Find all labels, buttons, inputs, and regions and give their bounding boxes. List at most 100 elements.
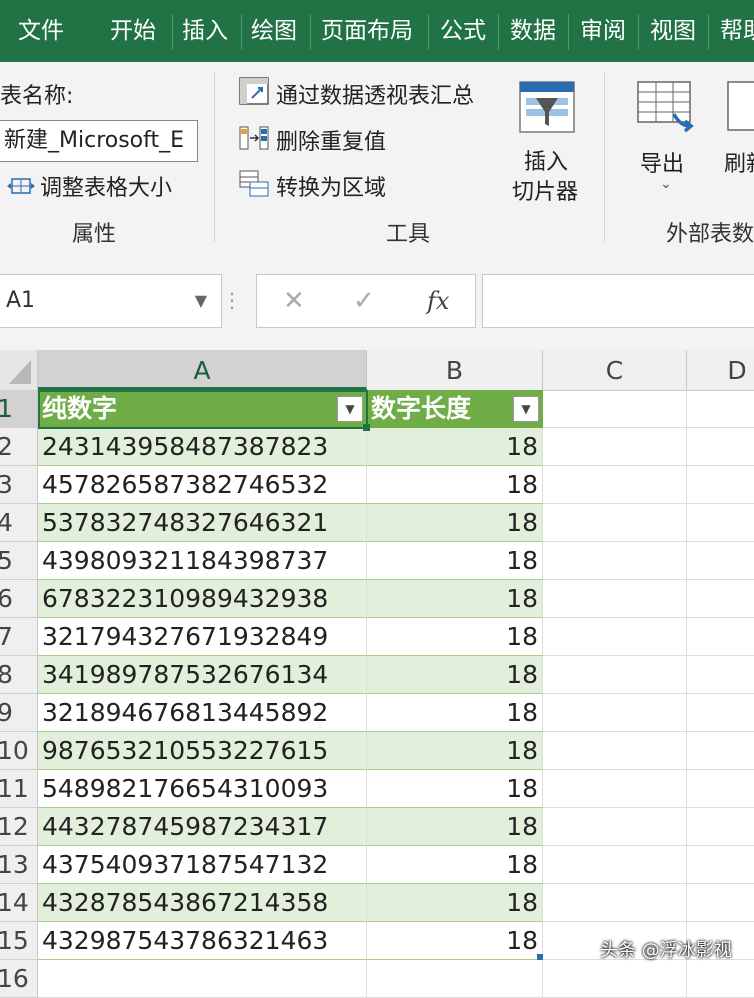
empty-cell[interactable] [543,808,687,846]
tab-file[interactable]: 文件 [18,0,64,62]
table-cell-length[interactable]: 18 [367,808,543,846]
table-cell-length[interactable]: 18 [367,580,543,618]
empty-cell[interactable] [687,770,754,808]
empty-cell[interactable] [543,846,687,884]
empty-cell[interactable] [687,656,754,694]
row-header[interactable]: 2 [0,428,38,466]
empty-cell[interactable] [687,694,754,732]
table-header-cell[interactable]: 纯数字 [38,390,367,428]
table-cell-length[interactable]: 18 [367,618,543,656]
table-cell-length[interactable]: 18 [367,694,543,732]
export-button[interactable]: 导出 [640,146,684,178]
row-header[interactable]: 11 [0,770,38,808]
tab-help[interactable]: 帮助 [720,0,754,62]
row-header[interactable]: 15 [0,922,38,960]
row-header[interactable]: 9 [0,694,38,732]
empty-cell[interactable] [543,390,687,428]
row-header[interactable]: 16 [0,960,38,998]
empty-cell[interactable] [543,732,687,770]
tab-data[interactable]: 数据 [510,0,556,62]
select-all-corner[interactable] [0,350,38,390]
row-header[interactable]: 5 [0,542,38,580]
row-header[interactable]: 3 [0,466,38,504]
table-cell-number[interactable]: 457826587382746532 [38,466,367,504]
empty-cell[interactable] [543,694,687,732]
table-cell-length[interactable]: 18 [367,504,543,542]
tab-review[interactable]: 审阅 [580,0,626,62]
empty-cell[interactable] [687,618,754,656]
empty-cell[interactable] [543,656,687,694]
name-box[interactable]: A1 ▼ [0,274,222,328]
empty-cell[interactable] [687,390,754,428]
table-cell-length[interactable]: 18 [367,732,543,770]
table-name-input[interactable]: 新建_Microsoft_E [0,120,198,162]
row-header[interactable]: 7 [0,618,38,656]
table-cell-number[interactable]: 432987543786321463 [38,922,367,960]
tab-view[interactable]: 视图 [650,0,696,62]
tab-formulas[interactable]: 公式 [440,0,486,62]
filter-dropdown-icon-a[interactable]: ▼ [337,396,363,422]
name-box-dropdown-icon[interactable]: ▼ [195,291,207,310]
convert-to-range-button[interactable]: 转换为区域 [276,170,386,202]
formula-bar-grip-icon[interactable]: ⋮ [222,288,242,312]
filter-dropdown-icon-b[interactable]: ▼ [513,396,539,422]
table-cell-length[interactable]: 18 [367,466,543,504]
row-header[interactable]: 1 [0,390,38,428]
empty-cell[interactable] [687,428,754,466]
column-header-d[interactable]: D [687,350,754,390]
tab-insert[interactable]: 插入 [182,0,228,62]
table-cell-length[interactable]: 18 [367,656,543,694]
export-dropdown-chevron-icon[interactable]: ⌄ [660,176,672,192]
empty-cell[interactable] [687,846,754,884]
empty-cell[interactable] [687,504,754,542]
row-header[interactable]: 4 [0,504,38,542]
summarize-pivot-button[interactable]: 通过数据透视表汇总 [276,78,474,110]
tab-page-layout[interactable]: 页面布局 [321,0,413,62]
table-cell-number[interactable]: 678322310989432938 [38,580,367,618]
cancel-icon[interactable]: ✕ [283,275,305,327]
table-cell-number[interactable]: 537832748327646321 [38,504,367,542]
row-header[interactable]: 6 [0,580,38,618]
empty-cell[interactable] [687,808,754,846]
formula-input[interactable] [482,274,754,328]
table-cell-length[interactable]: 18 [367,428,543,466]
row-header[interactable]: 13 [0,846,38,884]
empty-cell[interactable] [687,542,754,580]
table-cell-length[interactable]: 18 [367,542,543,580]
insert-slicer-line1[interactable]: 插入 [524,144,568,176]
table-cell-number[interactable]: 548982176654310093 [38,770,367,808]
table-cell-length[interactable]: 18 [367,770,543,808]
table-cell-number[interactable]: 437540937187547132 [38,846,367,884]
table-resize-handle[interactable] [537,954,543,960]
empty-cell[interactable] [687,466,754,504]
insert-function-icon[interactable]: fx [427,275,449,327]
empty-cell[interactable] [543,770,687,808]
tab-home[interactable]: 开始 [110,0,156,62]
table-cell-number[interactable]: 243143958487387823 [38,428,367,466]
empty-cell[interactable] [367,960,543,998]
column-header-a[interactable]: A [38,350,367,390]
table-cell-number[interactable]: 439809321184398737 [38,542,367,580]
empty-cell[interactable] [543,960,687,998]
column-header-b[interactable]: B [367,350,543,390]
table-cell-number[interactable]: 321894676813445892 [38,694,367,732]
table-cell-number[interactable]: 443278745987234317 [38,808,367,846]
empty-cell[interactable] [543,466,687,504]
row-header[interactable]: 8 [0,656,38,694]
empty-cell[interactable] [543,504,687,542]
tab-draw[interactable]: 绘图 [251,0,297,62]
empty-cell[interactable] [687,732,754,770]
empty-cell[interactable] [687,884,754,922]
insert-slicer-line2[interactable]: 切片器 [512,174,578,206]
table-cell-length[interactable]: 18 [367,922,543,960]
table-cell-number[interactable]: 987653210553227615 [38,732,367,770]
table-cell-length[interactable]: 18 [367,884,543,922]
column-header-c[interactable]: C [543,350,687,390]
empty-cell[interactable] [687,580,754,618]
enter-icon[interactable]: ✓ [353,275,375,327]
row-header[interactable]: 12 [0,808,38,846]
refresh-button[interactable]: 刷新 [724,146,754,178]
row-header[interactable]: 10 [0,732,38,770]
empty-cell[interactable] [543,580,687,618]
empty-cell[interactable] [543,428,687,466]
